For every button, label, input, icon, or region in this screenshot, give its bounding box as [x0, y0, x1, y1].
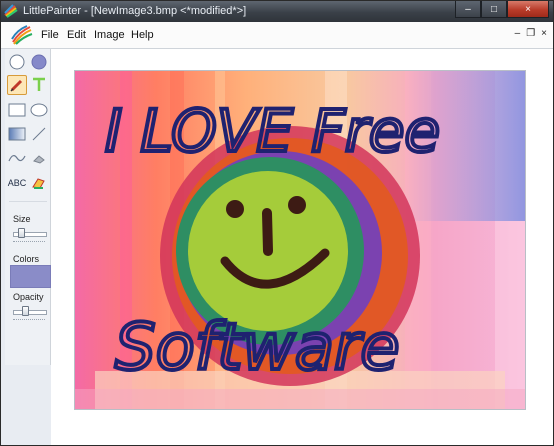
- curve-icon: [8, 155, 26, 162]
- app-window: LittlePainter - [NewImage3.bmp <*modifie…: [0, 0, 554, 446]
- canvas-workspace: I LOVE Free Software: [51, 49, 553, 445]
- fill-tool[interactable]: [29, 173, 49, 193]
- rectangle-icon: [8, 103, 26, 117]
- brush-logo-icon: [11, 25, 33, 45]
- size-slider-thumb[interactable]: [18, 228, 25, 238]
- pencil-tool[interactable]: [7, 75, 27, 95]
- tool-panel: ABC Size Colors Opacity: [5, 49, 51, 365]
- text-tool-icon: ABC: [7, 178, 27, 188]
- size-slider-ticks: [13, 241, 45, 245]
- menu-bar: File Edit Image Help – ❐ ×: [1, 22, 553, 49]
- ellipse-outline-tool[interactable]: [7, 52, 27, 72]
- document-restore-button[interactable]: ❐: [526, 28, 535, 39]
- line-icon: [32, 127, 46, 141]
- canvas-text-line1: I LOVE Free: [105, 97, 440, 165]
- window-maximize-button[interactable]: □: [481, 1, 507, 18]
- opacity-slider-ticks: [13, 319, 45, 323]
- opacity-label: Opacity: [13, 292, 44, 302]
- curve-tool[interactable]: [7, 148, 27, 168]
- document-minimize-button[interactable]: –: [515, 28, 521, 39]
- menu-edit[interactable]: Edit: [67, 29, 86, 41]
- opacity-slider-track[interactable]: [13, 310, 47, 315]
- eraser-icon: [33, 155, 45, 164]
- menu-image[interactable]: Image: [94, 29, 125, 41]
- canvas-text-line2: Software: [115, 311, 400, 385]
- window-minimize-button[interactable]: –: [455, 1, 481, 18]
- window-title: LittlePainter - [NewImage3.bmp <*modifie…: [23, 5, 247, 17]
- text-cursor-icon: [33, 77, 45, 91]
- ellipse-filled-tool[interactable]: [29, 52, 49, 72]
- text-cursor-tool[interactable]: [29, 75, 49, 95]
- document-close-button[interactable]: ×: [541, 28, 547, 39]
- rectangle-tool[interactable]: [7, 100, 27, 120]
- ellipse-icon: [30, 103, 48, 117]
- ellipse-filled-icon: [31, 54, 47, 70]
- ellipse-tool[interactable]: [29, 100, 49, 120]
- menu-help[interactable]: Help: [131, 29, 154, 41]
- window-close-button[interactable]: ×: [507, 1, 549, 18]
- text-tool[interactable]: ABC: [5, 173, 29, 193]
- opacity-slider-thumb[interactable]: [21, 306, 29, 316]
- menu-file[interactable]: File: [41, 29, 59, 41]
- eraser-tool[interactable]: [29, 148, 49, 168]
- colors-label: Colors: [13, 254, 40, 264]
- line-tool[interactable]: [29, 124, 49, 144]
- gradient-tool[interactable]: [7, 124, 27, 144]
- app-logo-icon: [4, 4, 18, 18]
- divider: [9, 201, 47, 202]
- pencil-icon: [10, 79, 23, 92]
- size-label: Size: [13, 214, 31, 224]
- drawing-canvas[interactable]: I LOVE Free Software: [75, 71, 525, 409]
- gradient-icon: [8, 127, 26, 141]
- ellipse-outline-icon: [9, 54, 25, 70]
- title-bar[interactable]: LittlePainter - [NewImage3.bmp <*modifie…: [1, 1, 553, 22]
- current-color-swatch[interactable]: [10, 265, 51, 288]
- fill-icon: [32, 178, 45, 189]
